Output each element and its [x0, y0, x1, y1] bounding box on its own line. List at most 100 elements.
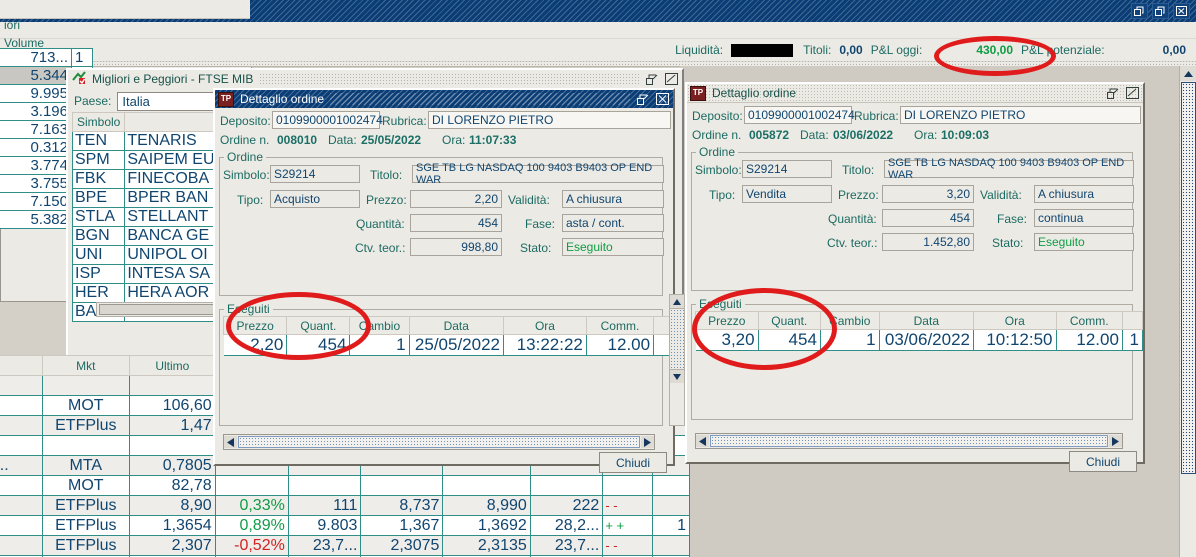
migliori-symbol-cell: FBK	[71, 169, 126, 189]
buy-dialog-titlebar[interactable]: TP Dettaglio ordine	[215, 90, 673, 108]
eseguiti-column-header[interactable]: Ora	[973, 311, 1057, 330]
sell-deposito-label: Deposito:	[692, 109, 743, 123]
buy-close-button[interactable]	[655, 93, 669, 106]
sell-fase-field[interactable]: continua	[1034, 209, 1134, 227]
market-mkt-cell	[41, 435, 131, 456]
scroll-down-icon[interactable]	[670, 369, 684, 383]
migliori-hscroll-thumb[interactable]	[99, 304, 221, 315]
buy-ctv-field[interactable]: 998,80	[410, 238, 502, 256]
table-row[interactable]: 713... 1	[0, 48, 93, 67]
scroll-left-icon[interactable]	[224, 436, 237, 448]
buy-ordine-group-label: Ordine	[227, 150, 264, 164]
market-ultimo-cell: 1,47	[129, 415, 216, 436]
buy-dialog-vscrollbar[interactable]	[669, 294, 685, 426]
sell-eseguiti-hscrollbar[interactable]	[695, 433, 1123, 449]
desktop-scroll-thumb[interactable]	[1181, 82, 1196, 474]
buy-validita-label: Validità:	[508, 193, 550, 207]
scroll-right-icon[interactable]	[1109, 435, 1122, 447]
sell-hscroll-thumb[interactable]	[710, 435, 1108, 447]
buy-quantita-field[interactable]: 454	[410, 214, 502, 232]
buy-eseguiti-hscrollbar[interactable]	[223, 434, 655, 450]
sell-restore-button[interactable]	[1106, 87, 1120, 100]
eseguiti-column-header[interactable]: Cambio	[349, 316, 410, 335]
table-row[interactable]: IL...ETFPlus1,36540,89%9.8031,3671,36922…	[0, 515, 690, 536]
migliori-title-text: Migliori e Peggiori - FTSE MIB	[92, 72, 254, 86]
buy-titolo-field[interactable]: SGE TB LG NASDAQ 100 9403 B9403 OP END W…	[412, 162, 664, 186]
scroll-up-icon[interactable]	[1180, 66, 1196, 81]
buy-stato-label: Stato:	[520, 241, 552, 255]
table-row[interactable]: MOT 82,78	[0, 475, 690, 496]
table-row[interactable]: 2,20 454 1 25/05/2022 13:22:22 12.00	[223, 334, 673, 356]
sell-tipo-field[interactable]: Vendita	[742, 185, 832, 203]
table-row[interactable]: L...ETFPlus8,900,33%1118,7378,990222- -	[0, 495, 690, 516]
scroll-up-icon[interactable]	[670, 295, 684, 309]
eseguiti-column-header[interactable]: Cambio	[819, 311, 880, 330]
market-column-header[interactable]: Ultimo	[129, 355, 216, 376]
ranking-icon	[72, 70, 86, 88]
sell-titolo-field[interactable]: SGE TB LG NASDAQ 100 9403 B9403 OP END W…	[884, 157, 1134, 181]
buy-hscroll-thumb[interactable]	[238, 436, 640, 448]
migliori-symbol-cell: UNI	[71, 245, 126, 265]
buy-validita-field[interactable]: A chiusura	[562, 190, 664, 208]
buy-fase-label: Fase:	[525, 217, 556, 231]
buy-simbolo-field[interactable]: S29214	[270, 165, 360, 183]
eseguiti-column-header[interactable]: Quant.	[757, 311, 821, 330]
market-column-header[interactable]	[0, 355, 43, 376]
market-column-header[interactable]: Mkt	[41, 355, 131, 376]
sell-validita-field[interactable]: A chiusura	[1034, 185, 1134, 203]
desktop-vertical-scrollbar[interactable]	[1179, 66, 1196, 557]
market-denaro-cell: 8,737	[360, 495, 444, 516]
buy-prezzo-field[interactable]: 2,20	[410, 190, 502, 208]
eseguiti-column-header[interactable]: Prezzo	[222, 316, 288, 335]
scroll-left-icon[interactable]	[696, 435, 709, 447]
eseguiti-column-header-extra[interactable]	[1121, 311, 1144, 330]
market-flags-cell: + +	[602, 515, 654, 536]
buy-deposito-field[interactable]: 0109900001002474	[272, 111, 383, 129]
sell-deposito-field[interactable]: 0109900001002474	[744, 106, 855, 124]
eseguiti-column-header[interactable]: Ora	[503, 316, 587, 335]
eseguiti-column-header[interactable]: Quant.	[286, 316, 351, 335]
buy-restore-button[interactable]	[636, 93, 650, 106]
table-row[interactable]: D...ETFPlus2,307-0,52%23,7...2,30752,313…	[0, 535, 690, 556]
sell-rubrica-field[interactable]: DI LORENZO PIETRO	[900, 106, 1141, 124]
eseguiti-data-cell: 03/06/2022	[879, 329, 975, 351]
sell-simbolo-field[interactable]: S29214	[742, 160, 832, 178]
eseguiti-comm-cell: 12.00	[1056, 329, 1123, 351]
sell-dialog-titlebar[interactable]: TP Dettaglio ordine	[687, 84, 1143, 103]
market-mkt-cell	[41, 375, 131, 396]
sell-eseguiti-grid[interactable]: Prezzo Quant. Cambio Data Ora Comm. 3,20 454 1 0…	[695, 311, 1144, 351]
buy-chiudi-button[interactable]: Chiudi	[599, 452, 667, 473]
buy-fase-field[interactable]: asta / cont.	[562, 214, 664, 232]
migliori-maximize-button[interactable]	[664, 73, 678, 86]
sell-data-label: Data:	[800, 128, 829, 142]
sell-prezzo-field[interactable]: 3,20	[882, 185, 974, 203]
buy-rubrica-field[interactable]: DI LORENZO PIETRO	[428, 111, 671, 129]
eseguiti-column-header[interactable]: Comm.	[585, 316, 655, 335]
left-panel-tab-label[interactable]: iori	[4, 18, 20, 32]
eseguiti-quantita-cell: 454	[758, 329, 821, 351]
market-name-cell: %	[0, 375, 43, 396]
left-panel-tabstrip[interactable]	[0, 0, 250, 19]
buy-eseguiti-grid[interactable]: Prezzo Quant. Cambio Data Ora Comm. 2,20 454 1 2…	[222, 316, 673, 356]
maximize-button[interactable]	[1152, 3, 1169, 19]
buy-tipo-field[interactable]: Acquisto	[270, 190, 360, 208]
eseguiti-column-header[interactable]: Data	[878, 311, 975, 330]
buy-ora-label: Ora:	[442, 133, 466, 147]
sell-quantita-field[interactable]: 454	[882, 209, 974, 227]
scroll-right-icon[interactable]	[641, 436, 654, 448]
sell-chiudi-button[interactable]: Chiudi	[1069, 451, 1137, 472]
migliori-restore-button[interactable]	[645, 73, 659, 86]
eseguiti-column-header[interactable]: Comm.	[1055, 311, 1123, 330]
left-volume-cell: 0.312	[0, 138, 72, 157]
close-button[interactable]	[1173, 3, 1190, 19]
paese-label: Paese:	[74, 94, 112, 108]
sell-ctv-field[interactable]: 1.452,80	[882, 233, 974, 251]
table-row[interactable]: 3,20 454 1 03/06/2022 10:12:50 12.00 1	[695, 329, 1144, 351]
sell-maximize-button[interactable]	[1125, 87, 1139, 100]
migliori-column-header[interactable]: Simbolo	[71, 112, 126, 132]
market-lettera-cell	[442, 475, 531, 496]
eseguiti-column-header[interactable]: Prezzo	[695, 311, 759, 330]
restore-button[interactable]	[1131, 3, 1148, 19]
migliori-titlebar[interactable]: Migliori e Peggiori - FTSE MIB	[68, 70, 682, 89]
eseguiti-column-header[interactable]: Data	[408, 316, 505, 335]
